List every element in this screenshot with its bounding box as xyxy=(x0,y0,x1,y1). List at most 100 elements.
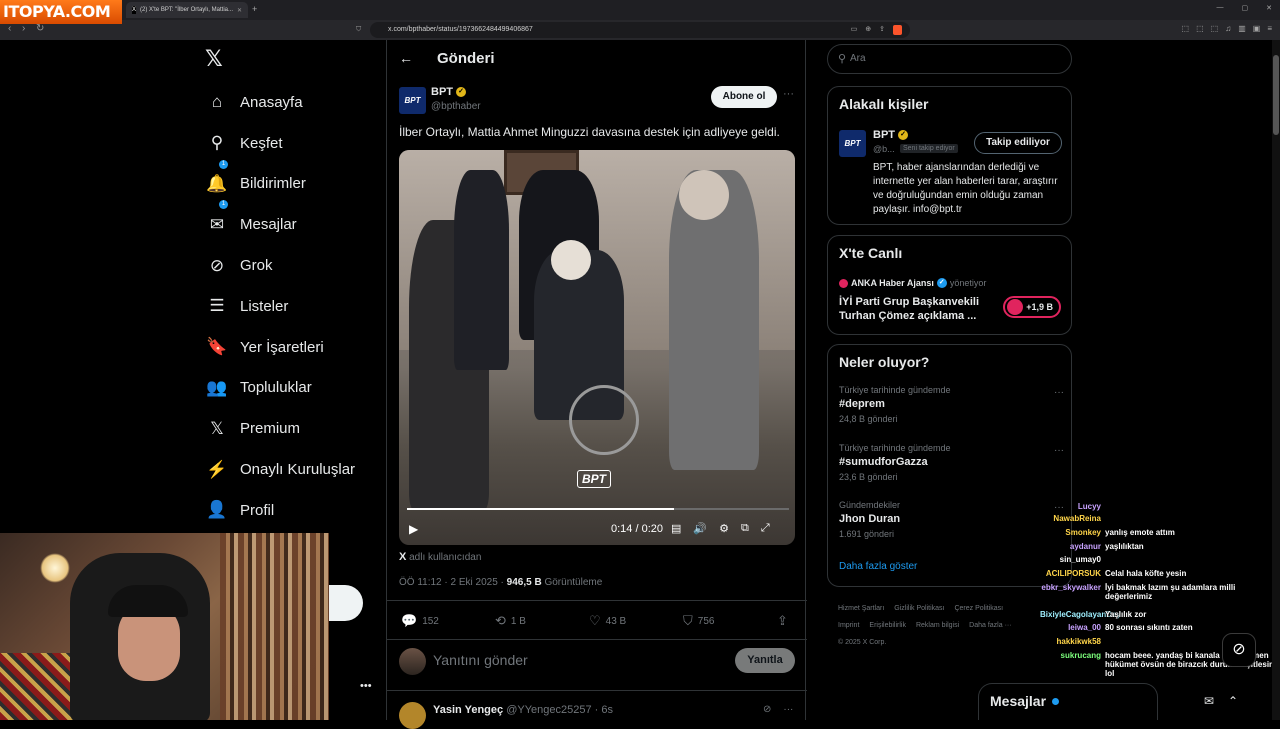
live-source[interactable]: ANKA Haber Ajansı ✓ yönetiyor xyxy=(839,278,986,288)
fullscreen-icon[interactable]: ⤢ xyxy=(761,522,770,535)
subscribe-button[interactable]: Abone ol xyxy=(711,86,777,108)
post-button[interactable] xyxy=(329,585,363,621)
nav-item-grok[interactable]: ⊘ Grok xyxy=(206,245,355,286)
trend-more-icon[interactable]: ··· xyxy=(1054,445,1064,456)
following-button[interactable]: Takip ediliyor xyxy=(974,132,1062,154)
chat-text xyxy=(1105,502,1275,511)
settings-icon[interactable]: ⚙ xyxy=(719,522,729,535)
volume-icon[interactable]: 🔊 xyxy=(693,522,707,535)
screen-icon[interactable]: ▭ xyxy=(851,22,858,38)
share-action[interactable]: ⇪ xyxy=(777,613,788,629)
page-scrollbar[interactable] xyxy=(1272,40,1280,720)
music-icon[interactable]: ♫ xyxy=(1225,24,1231,33)
copyright: © 2025 X Corp. xyxy=(838,639,887,646)
reply-input[interactable]: Yanıtını gönder xyxy=(433,652,528,668)
nav-item-anasayfa[interactable]: ⌂ Anasayfa xyxy=(206,82,355,123)
footer-link[interactable]: Reklam bilgisi xyxy=(916,622,959,629)
bookmark-page-icon[interactable]: ⛉ xyxy=(356,22,361,38)
related-name[interactable]: BPT ✓ xyxy=(873,129,908,141)
expand-dock-icon[interactable]: ⌃ xyxy=(1228,694,1238,708)
grok-fab-icon[interactable]: ⊘ xyxy=(1222,633,1256,667)
tab-close-icon[interactable]: ✕ xyxy=(237,7,242,14)
account-more-icon[interactable]: ••• xyxy=(360,680,372,692)
related-handle[interactable]: @b... xyxy=(873,144,895,154)
footer-link[interactable]: Daha fazla ··· xyxy=(969,622,1011,629)
live-headline[interactable]: İYİ Parti Grup Başkanvekili Turhan Çömez… xyxy=(839,295,989,323)
menu-icon[interactable]: ≡ xyxy=(1267,24,1272,33)
live-listener-count[interactable]: +1,9 B xyxy=(1003,296,1061,318)
video-progress-bar[interactable] xyxy=(407,508,789,510)
nav-item-onaylı-kuruluşlar[interactable]: ⚡ Onaylı Kuruluşlar xyxy=(206,449,355,490)
related-title: Alakalı kişiler xyxy=(839,96,929,112)
like-action[interactable]: ♡ 43 B xyxy=(589,613,626,629)
address-bar[interactable]: ⛉ x.com/bpthaber/status/1973662484499406… xyxy=(356,22,910,38)
site-logo: ITOPYA.COM xyxy=(0,0,122,24)
close-window-icon[interactable]: ✕ xyxy=(1266,4,1272,12)
author-handle[interactable]: @bpthaber xyxy=(431,101,481,112)
chat-username: Lucyy xyxy=(1077,502,1101,511)
new-tab-icon[interactable]: + xyxy=(252,4,257,14)
maximize-icon[interactable]: ▢ xyxy=(1242,4,1249,12)
show-more-link[interactable]: Daha fazla göster xyxy=(839,561,917,572)
footer-link[interactable]: Erişilebilirlik xyxy=(869,622,906,629)
reply-button[interactable]: Yanıtla xyxy=(735,648,795,673)
search-box[interactable]: ⚲ Ara xyxy=(827,44,1072,74)
nav-item-premium[interactable]: 𝕏 Premium xyxy=(206,408,355,449)
brave-shield-icon[interactable] xyxy=(893,25,902,35)
trend-item[interactable]: Türkiye tarihinde gündemde #sumudforGazza… xyxy=(839,443,1064,482)
nav-item-keşfet[interactable]: ⚲ Keşfet xyxy=(206,123,355,164)
x-logo-icon[interactable]: 𝕏 xyxy=(205,47,223,72)
trends-title: Neler oluyor? xyxy=(839,354,930,370)
scrollbar-thumb[interactable] xyxy=(1273,55,1279,135)
reply-author[interactable]: Yasin Yengeç @YYengec25257 · 6s xyxy=(433,704,613,716)
nav-item-mesajlar[interactable]: ✉ 1 Mesajlar xyxy=(206,200,355,245)
grok-icon[interactable]: ⊘ xyxy=(763,704,771,715)
reply-more-icon[interactable]: ··· xyxy=(783,704,793,715)
footer-link[interactable]: Gizlilik Politikası xyxy=(894,605,944,612)
footer-link[interactable]: Hizmet Şartları xyxy=(838,605,884,612)
browser-tab[interactable]: X (2) X'te BPT: "İlber Ortaylı, Mattia..… xyxy=(126,2,248,18)
trends-card: Neler oluyor? Türkiye tarihinde gündemde… xyxy=(827,344,1072,587)
nav-item-bildirimler[interactable]: 🔔 1 Bildirimler xyxy=(206,159,355,205)
nav-item-topluluklar[interactable]: 👥 Topluluklar xyxy=(206,368,355,409)
repost-action[interactable]: ⟲ 1 B xyxy=(495,613,526,629)
captions-icon[interactable]: ▤ xyxy=(671,522,681,535)
footer-link[interactable]: Imprint xyxy=(838,622,859,629)
tweet-actions: 💬 152 ⟲ 1 B ♡ 43 B ⛉ 756 ⇪ xyxy=(387,600,807,640)
nav-item-profil[interactable]: 👤 Profil xyxy=(206,490,355,531)
play-icon[interactable]: ▶ xyxy=(409,522,418,536)
search-placeholder: Ara xyxy=(850,53,866,64)
zoom-icon[interactable]: ⊕ xyxy=(865,22,871,38)
related-avatar[interactable]: BPT xyxy=(839,130,866,157)
reply-action[interactable]: 💬 152 xyxy=(401,613,439,629)
nav-item-listeler[interactable]: ☰ Listeler xyxy=(206,286,355,327)
trend-item[interactable]: Gündemdekiler Jhon Duran 1.691 gönderi ··· xyxy=(839,500,1064,539)
extension-icon[interactable]: ⬚ xyxy=(1182,24,1190,33)
share-icon[interactable]: ⇪ xyxy=(879,22,885,38)
reply-author-avatar[interactable] xyxy=(399,702,426,729)
tweet-video[interactable]: BPT ▶ 0:14 / 0:20 ▤ 🔊 ⚙ ⧉ ⤢ xyxy=(399,150,795,545)
bookmark-action[interactable]: ⛉ 756 xyxy=(683,613,714,629)
forward-nav-icon[interactable]: › xyxy=(22,23,25,34)
messages-dock[interactable]: Mesajlar ✉ ⌃ xyxy=(978,683,1238,720)
minimize-icon[interactable]: — xyxy=(1217,4,1224,12)
extension-icon[interactable]: ⬚ xyxy=(1196,24,1204,33)
author-avatar[interactable]: BPT xyxy=(399,87,426,114)
extension-icon[interactable]: ⬚ xyxy=(1211,24,1219,33)
nav-item-yer-i-şaretleri[interactable]: 🔖 Yer İşaretleri xyxy=(206,327,355,368)
video-head xyxy=(551,240,591,280)
new-message-icon[interactable]: ✉ xyxy=(1204,694,1214,708)
back-nav-icon[interactable]: ‹ xyxy=(8,23,11,34)
tweet-more-icon[interactable]: ··· xyxy=(783,88,794,100)
back-arrow-icon[interactable]: ← xyxy=(399,50,413,66)
footer-link[interactable]: Çerez Politikası xyxy=(954,605,1003,612)
popout-icon[interactable]: ⧉ xyxy=(741,522,749,535)
reload-icon[interactable]: ↻ xyxy=(36,23,44,34)
sidebar-icon[interactable]: ▥ xyxy=(1238,24,1246,33)
nav-item-label: Anasayfa xyxy=(240,93,303,111)
author-name[interactable]: BPT ✓ xyxy=(431,86,466,98)
trend-more-icon[interactable]: ··· xyxy=(1054,387,1064,398)
tweet-timestamp[interactable]: ÖÖ 11:12 · 2 Eki 2025 · xyxy=(399,577,507,588)
wallet-icon[interactable]: ▣ xyxy=(1253,24,1261,33)
trend-item[interactable]: Türkiye tarihinde gündemde #deprem 24,8 B … xyxy=(839,385,1064,424)
